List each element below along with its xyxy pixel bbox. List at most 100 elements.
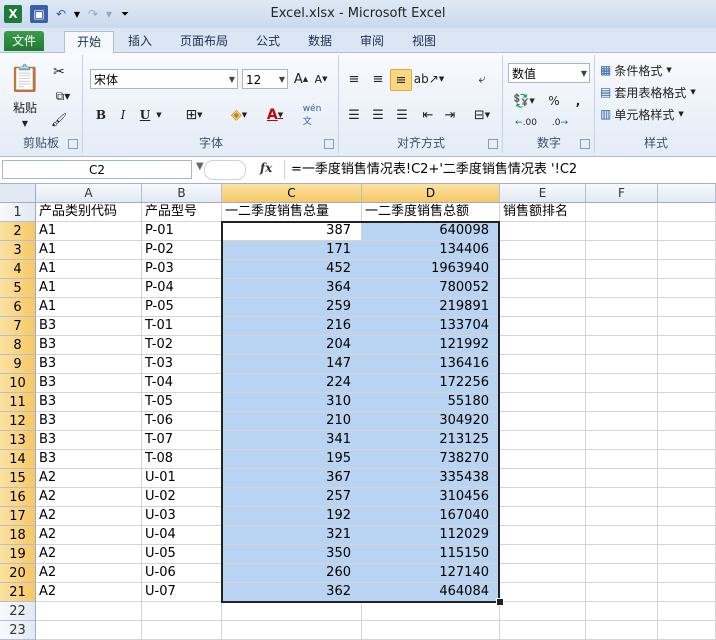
cell-f4[interactable] [586,260,658,279]
merge-center-icon[interactable]: ⊟ ▼ [468,105,496,125]
decrease-decimal-button[interactable]: .0 → [546,113,574,133]
cell-e22[interactable] [500,602,586,621]
cell-e16[interactable] [500,488,586,507]
tab-data[interactable]: 数据 [296,31,344,51]
cell-d5[interactable]: 780052 [362,279,500,298]
cell-d11[interactable]: 55180 [362,393,500,412]
tab-insert[interactable]: 插入 [116,31,164,51]
cell-a12[interactable]: B3 [36,412,142,431]
paste-button[interactable]: 粘贴 [6,99,44,115]
cell-b23[interactable] [142,621,222,640]
paste-icon[interactable]: 📋 [8,61,42,97]
cell-c20[interactable]: 260 [222,564,362,583]
row-header-4[interactable]: 4 [0,260,36,279]
cell-f18[interactable] [586,526,658,545]
align-top-icon[interactable]: ≡ [344,69,364,89]
column-header-f[interactable]: F [586,184,658,203]
tab-file[interactable]: 文件 [4,31,44,51]
conditional-formatting-button[interactable]: ▦ 条件格式 ▼ [600,61,712,79]
cell-c19[interactable]: 350 [222,545,362,564]
cell-a23[interactable] [36,621,142,640]
tab-review[interactable]: 审阅 [348,31,396,51]
cell-e6[interactable] [500,298,586,317]
cell-e12[interactable] [500,412,586,431]
number-format-select[interactable]: 数值 ▼ [508,63,590,83]
cell-a17[interactable]: A2 [36,507,142,526]
cell-a2[interactable]: A1 [36,222,142,241]
cell-b16[interactable]: U-02 [142,488,222,507]
cell-d1[interactable]: 一二季度销售总额 [362,203,500,222]
row-header-11[interactable]: 11 [0,393,36,412]
cell-e15[interactable] [500,469,586,488]
font-launcher-icon[interactable] [324,139,334,149]
align-middle-icon[interactable]: ≡ [368,69,388,89]
cell-d9[interactable]: 136416 [362,355,500,374]
align-right-icon[interactable]: ☰ [392,105,412,125]
shrink-font-icon[interactable]: A ▼ [312,69,330,89]
percent-style-button[interactable]: % [546,91,562,111]
italic-button[interactable]: I [114,105,132,125]
row-header-10[interactable]: 10 [0,374,36,393]
row-header-21[interactable]: 21 [0,583,36,602]
cell-e17[interactable] [500,507,586,526]
decrease-indent-icon[interactable]: ⇤ [418,105,438,125]
font-name-select[interactable]: 宋体 ▼ [90,69,238,89]
cell-a13[interactable]: B3 [36,431,142,450]
bold-button[interactable]: B [92,105,110,125]
column-header-a[interactable]: A [36,184,142,203]
cell-c9[interactable]: 147 [222,355,362,374]
row-header-6[interactable]: 6 [0,298,36,317]
cell-d3[interactable]: 134406 [362,241,500,260]
select-all-button[interactable] [0,184,36,203]
cell-c13[interactable]: 341 [222,431,362,450]
cell-f15[interactable] [586,469,658,488]
cell-d19[interactable]: 115150 [362,545,500,564]
cut-icon[interactable]: ✂ [50,63,68,81]
cell-c3[interactable]: 171 [222,241,362,260]
row-header-23[interactable]: 23 [0,621,36,640]
wrap-text-icon[interactable]: ⤶ [472,69,492,89]
name-box[interactable]: C2 [2,160,192,179]
formula-input[interactable]: =一季度销售情况表!C2+'二季度销售情况表 '!C2 [284,160,714,179]
paste-dropdown-icon[interactable]: ▼ [18,117,32,129]
cell-d21[interactable]: 464084 [362,583,500,602]
insert-function-button[interactable]: fx [260,161,272,175]
cell-f23[interactable] [586,621,658,640]
cell-d17[interactable]: 167040 [362,507,500,526]
cell-c10[interactable]: 224 [222,374,362,393]
cell-d22[interactable] [362,602,500,621]
row-header-7[interactable]: 7 [0,317,36,336]
cell-b5[interactable]: P-04 [142,279,222,298]
row-header-20[interactable]: 20 [0,564,36,583]
cell-b14[interactable]: T-08 [142,450,222,469]
fill-color-icon[interactable]: ◈ ▼ [224,105,254,125]
cell-f6[interactable] [586,298,658,317]
row-header-14[interactable]: 14 [0,450,36,469]
cell-a6[interactable]: A1 [36,298,142,317]
cell-c11[interactable]: 310 [222,393,362,412]
tab-formulas[interactable]: 公式 [244,31,292,51]
accounting-format-icon[interactable]: 💱 ▼ [510,91,538,111]
cell-a5[interactable]: A1 [36,279,142,298]
cell-c8[interactable]: 204 [222,336,362,355]
name-box-dropdown-icon[interactable]: ▼ [196,161,204,172]
cell-f3[interactable] [586,241,658,260]
column-header-e[interactable]: E [500,184,586,203]
cell-e7[interactable] [500,317,586,336]
cell-a19[interactable]: A2 [36,545,142,564]
cell-b8[interactable]: T-02 [142,336,222,355]
formula-bar-splitter[interactable] [204,160,246,180]
row-header-19[interactable]: 19 [0,545,36,564]
cell-d6[interactable]: 219891 [362,298,500,317]
row-header-2[interactable]: 2 [0,222,36,241]
cell-d7[interactable]: 133704 [362,317,500,336]
cell-c4[interactable]: 452 [222,260,362,279]
cell-b1[interactable]: 产品型号 [142,203,222,222]
cell-d20[interactable]: 127140 [362,564,500,583]
cell-b12[interactable]: T-06 [142,412,222,431]
cell-e18[interactable] [500,526,586,545]
cell-c7[interactable]: 216 [222,317,362,336]
row-header-3[interactable]: 3 [0,241,36,260]
cell-e20[interactable] [500,564,586,583]
cell-f16[interactable] [586,488,658,507]
